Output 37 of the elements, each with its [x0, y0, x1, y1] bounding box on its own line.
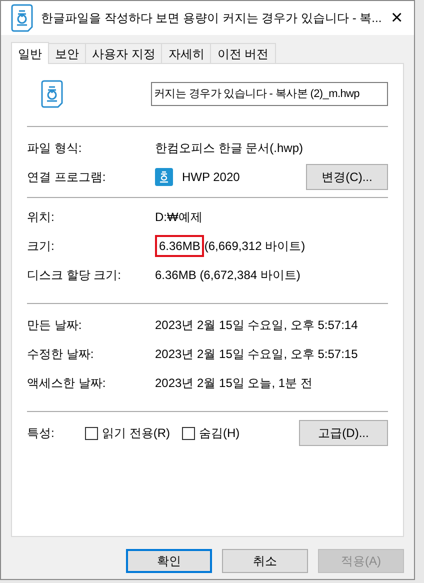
field-value: 2023년 2월 15일 수요일, 오후 5:57:14: [155, 316, 358, 334]
field-value: D:₩예제: [155, 208, 202, 226]
tab[interactable]: 자세히: [162, 43, 212, 63]
field-value: 2023년 2월 15일 수요일, 오후 5:57:15: [155, 346, 358, 362]
app-icon: [155, 168, 173, 186]
advanced-button[interactable]: 고급(D)...: [299, 420, 388, 446]
field-label: 특성:: [27, 425, 56, 442]
field-value: HWP 2020: [182, 168, 241, 186]
field-label: 수정한 날짜:: [27, 346, 95, 362]
tab[interactable]: 보안: [49, 43, 86, 63]
checkbox-label: 읽기 전용(R): [102, 425, 170, 442]
checkbox-label: 숨김(H): [199, 425, 240, 442]
field-label: 디스크 할당 크기:: [27, 266, 122, 284]
field-value: 2023년 2월 15일 오늘, 1분 전: [155, 374, 312, 392]
change-button[interactable]: 변경(C)...: [306, 164, 388, 190]
field-label: 크기:: [27, 238, 56, 254]
tab[interactable]: 사용자 지정: [86, 43, 162, 63]
tab[interactable]: 이전 버전: [211, 43, 276, 63]
field-value: 6.36MB (6,672,384 바이트): [155, 266, 300, 284]
document-icon: [11, 4, 33, 32]
checkbox[interactable]: [182, 426, 195, 440]
file-name-field[interactable]: 커지는 경우가 있습니다 - 복사본 (2)_m.hwp: [151, 82, 388, 106]
close-button[interactable]: ×: [390, 8, 404, 28]
field-value: (6,669,312 바이트): [204, 238, 306, 254]
field-label: 만든 날짜:: [27, 316, 83, 334]
checkbox[interactable]: [85, 426, 98, 440]
tab[interactable]: 일반: [11, 42, 49, 64]
dialog-button[interactable]: 확인: [126, 549, 212, 573]
field-label: 연결 프로그램:: [27, 168, 107, 186]
window-title: 한글파일을 작성하다 보면 용량이 커지는 경우가 있습니다 - 복...: [41, 10, 382, 27]
field-value: 한컴오피스 한글 문서(.hwp): [155, 140, 304, 156]
dialog-button[interactable]: 취소: [222, 549, 308, 573]
field-label: 위치:: [27, 208, 56, 226]
document-icon: [41, 80, 63, 108]
field-value: 6.36MB: [155, 234, 204, 256]
field-label: 액세스한 날짜:: [27, 374, 107, 392]
field-label: 파일 형식:: [27, 140, 83, 156]
